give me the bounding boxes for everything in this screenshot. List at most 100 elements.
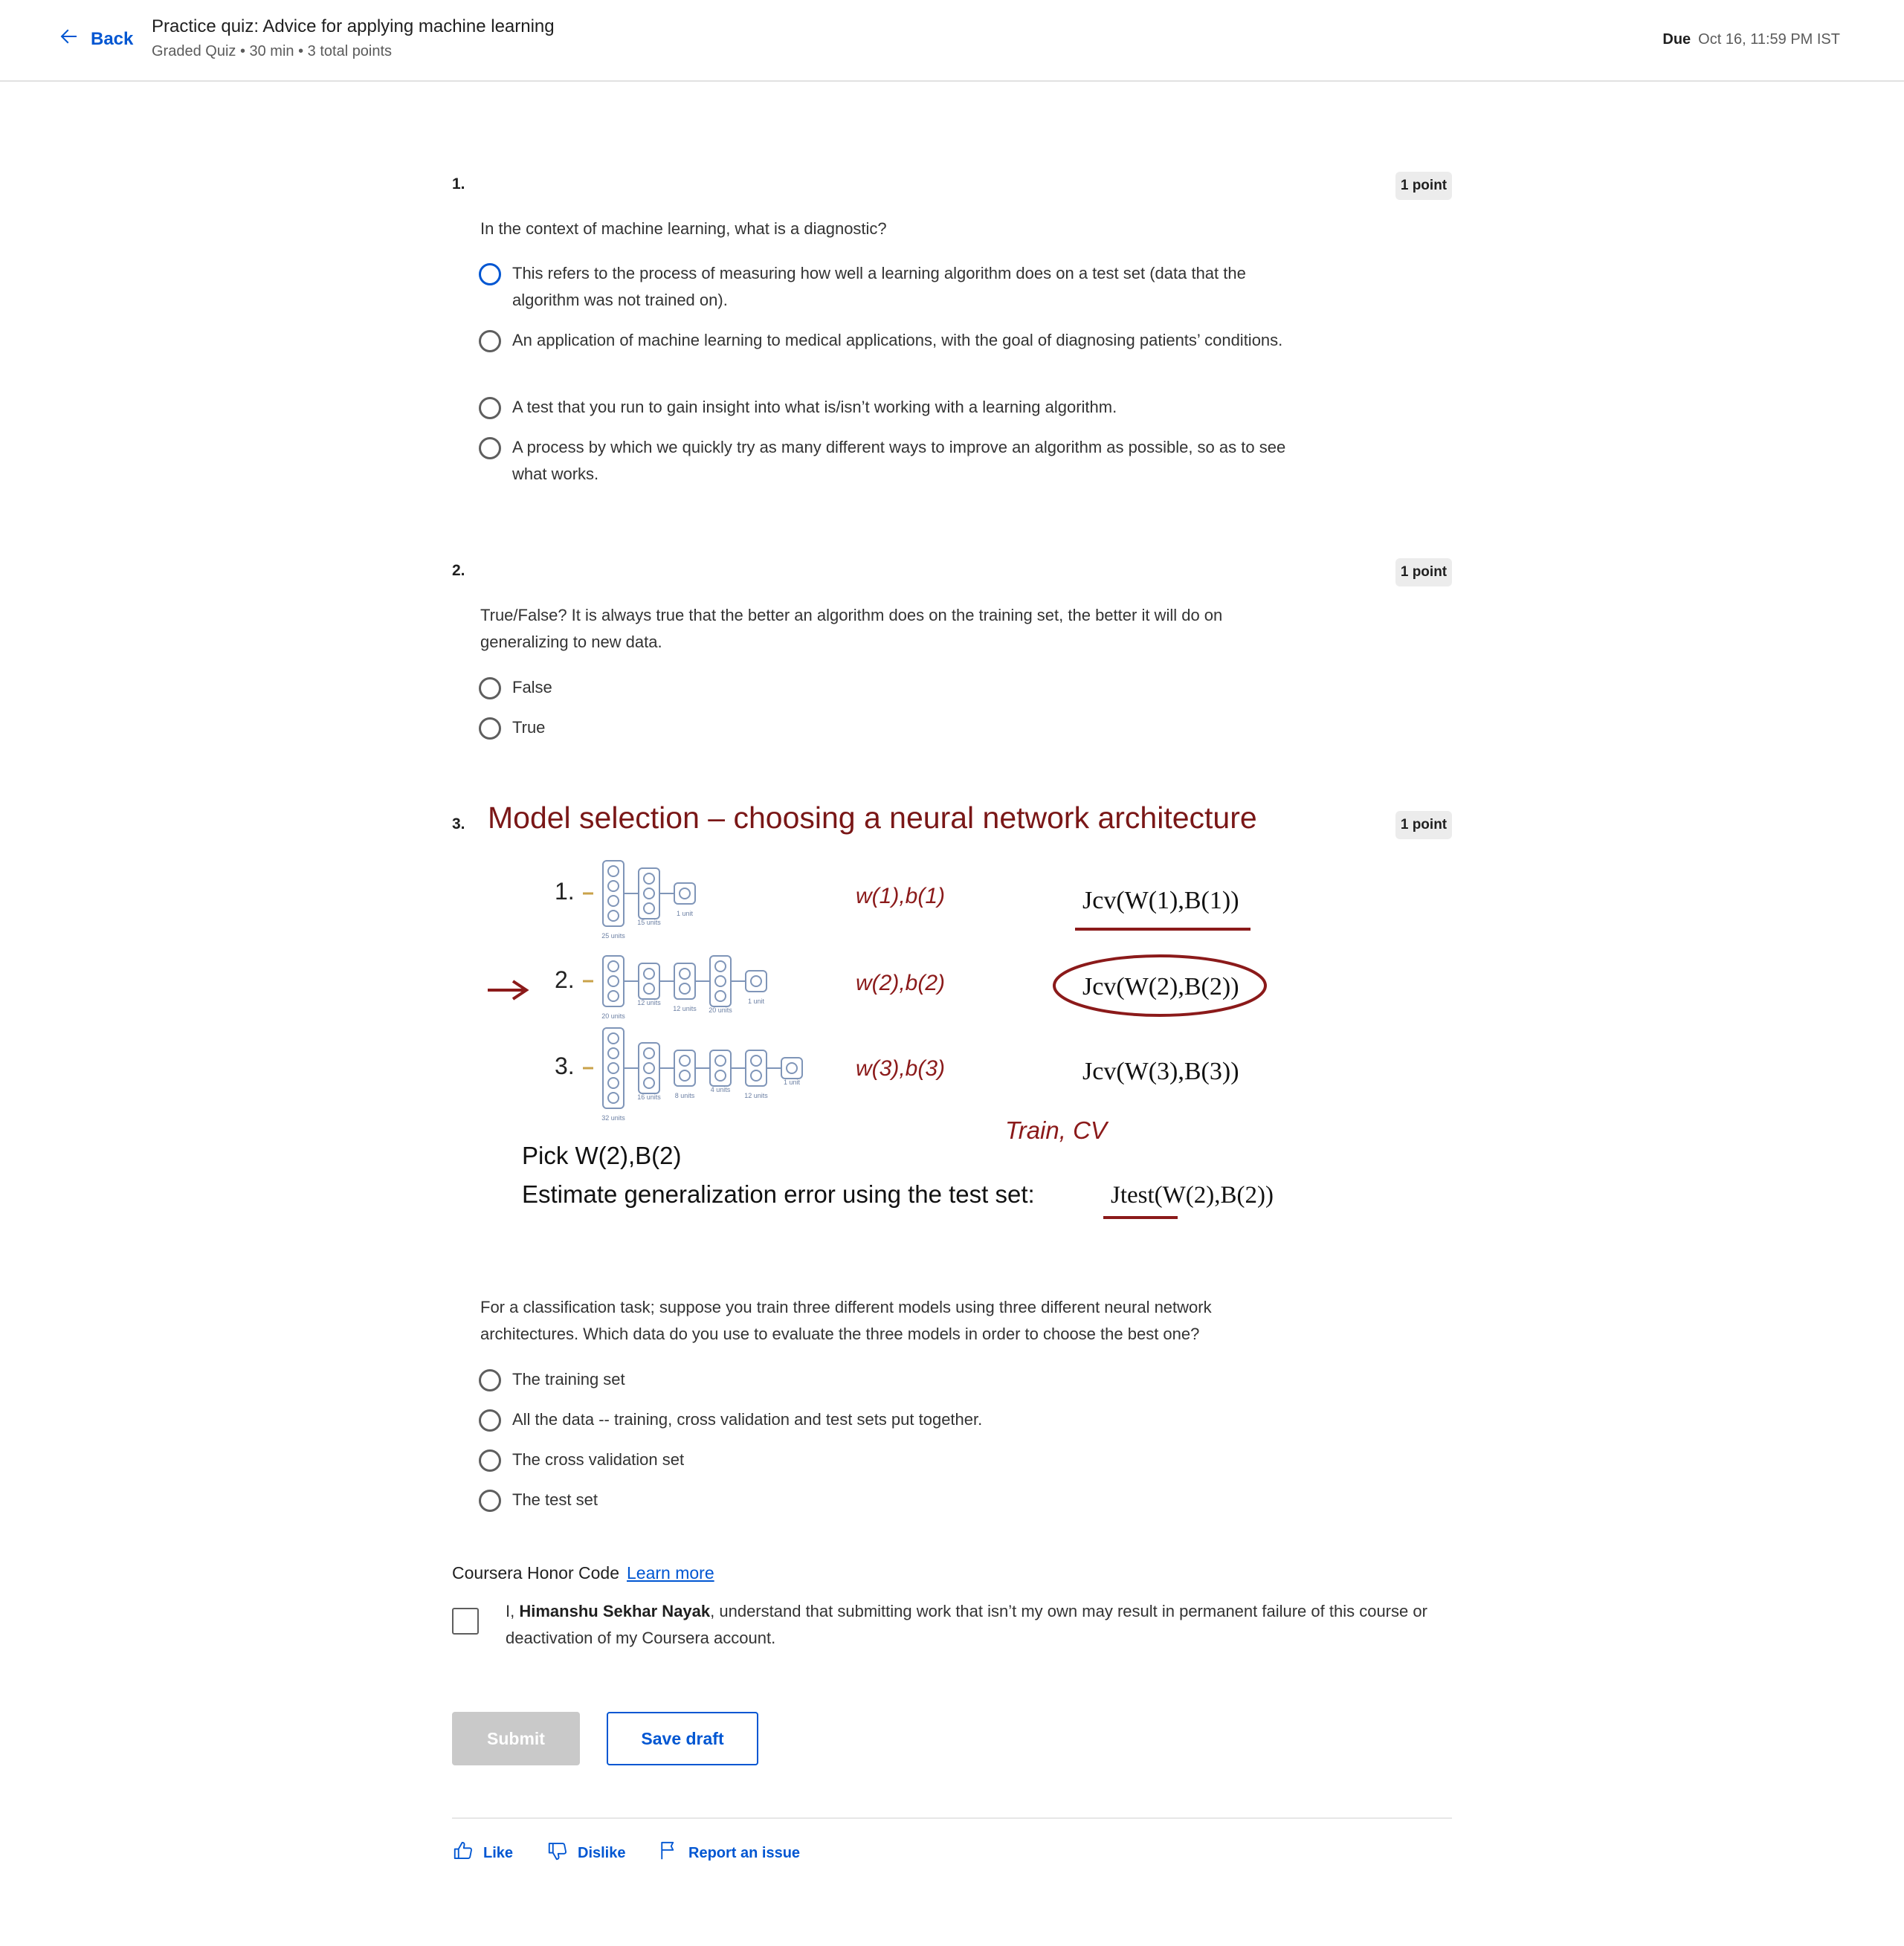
network-neuron bbox=[750, 1070, 762, 1082]
network-neuron bbox=[714, 960, 726, 972]
network-neuron bbox=[750, 1055, 762, 1067]
flag-icon bbox=[657, 1840, 680, 1866]
radio-button[interactable] bbox=[479, 437, 501, 459]
network-neuron bbox=[643, 1047, 655, 1059]
network-layer-units: 12 units bbox=[673, 1005, 697, 1012]
question-3-option-3[interactable]: The cross validation set bbox=[479, 1446, 1304, 1473]
honor-code-title: Coursera Honor Code bbox=[452, 1563, 620, 1583]
network-neuron bbox=[607, 895, 619, 907]
question-3-option-2[interactable]: All the data -- training, cross validati… bbox=[479, 1406, 1304, 1433]
option-label: False bbox=[512, 678, 552, 696]
option-label: The training set bbox=[512, 1370, 625, 1389]
like-button[interactable]: Like bbox=[452, 1840, 513, 1866]
question-1-prompt: In the context of machine learning, what… bbox=[480, 219, 887, 238]
network-neuron bbox=[714, 1070, 726, 1082]
question-1-option-4[interactable]: A process by which we quickly try as man… bbox=[479, 434, 1304, 488]
red-arrow-icon bbox=[488, 980, 529, 1001]
submit-button[interactable]: Submit bbox=[452, 1712, 580, 1765]
network-neuron bbox=[714, 975, 726, 987]
network-neuron bbox=[679, 983, 691, 995]
network-layer bbox=[602, 955, 625, 1007]
network-layer-units: 1 unit bbox=[748, 998, 765, 1005]
network-neuron bbox=[607, 990, 619, 1002]
question-1-option-1[interactable]: This refers to the process of measuring … bbox=[479, 260, 1304, 314]
network-neuron bbox=[607, 1077, 619, 1089]
honor-code-statement: I, Himanshu Sekhar Nayak, understand tha… bbox=[506, 1598, 1465, 1652]
option-label: A process by which we quickly try as man… bbox=[512, 438, 1286, 483]
figure-row-2-cost: Jcv(W(2),B(2)) bbox=[1082, 973, 1239, 1001]
back-button[interactable]: Back bbox=[58, 25, 133, 53]
figure-row-2-params: w(2),b(2) bbox=[856, 971, 945, 995]
figure-row-1-params: w(1),b(1) bbox=[856, 884, 945, 908]
quiz-header: Back Practice quiz: Advice for applying … bbox=[0, 0, 1904, 82]
network-layer bbox=[709, 955, 732, 1007]
question-3-option-4[interactable]: The test set bbox=[479, 1487, 1304, 1513]
figure-row-3-label: 3. bbox=[555, 1053, 575, 1079]
network-neuron bbox=[607, 1047, 619, 1059]
radio-button[interactable] bbox=[479, 1369, 501, 1391]
network-neuron bbox=[607, 1032, 619, 1044]
due-label: Due bbox=[1662, 31, 1691, 48]
network-neuron bbox=[643, 1062, 655, 1074]
network-layer bbox=[638, 1042, 660, 1094]
network-neuron bbox=[679, 1070, 691, 1082]
network-layer bbox=[745, 970, 767, 992]
save-draft-button[interactable]: Save draft bbox=[607, 1712, 758, 1765]
network-neuron bbox=[679, 888, 691, 899]
network-layer-units: 12 units bbox=[637, 999, 661, 1006]
question-1-option-2[interactable]: An application of machine learning to me… bbox=[479, 327, 1304, 354]
network-layer-units: 15 units bbox=[637, 919, 661, 926]
radio-button[interactable] bbox=[479, 1490, 501, 1512]
network-neuron bbox=[786, 1062, 798, 1074]
dislike-label: Dislike bbox=[578, 1844, 626, 1861]
network-neuron bbox=[750, 975, 762, 987]
due-value: Oct 16, 11:59 PM IST bbox=[1698, 31, 1840, 48]
network-neuron bbox=[714, 1055, 726, 1067]
like-label: Like bbox=[483, 1844, 514, 1861]
network-layer bbox=[602, 1027, 625, 1109]
honor-code-checkbox[interactable] bbox=[452, 1608, 479, 1635]
question-2-number: 2. bbox=[452, 562, 465, 579]
due-date: Due Oct 16, 11:59 PM IST bbox=[1662, 31, 1840, 48]
figure-estimate-text: Estimate generalization error using the … bbox=[522, 1180, 1035, 1208]
question-3-prompt: For a classification task; suppose you t… bbox=[480, 1298, 1212, 1343]
question-2-option-2[interactable]: True bbox=[479, 714, 1304, 741]
radio-button[interactable] bbox=[479, 1449, 501, 1472]
network-layer-units: 1 unit bbox=[784, 1079, 801, 1086]
quiz-subtitle: Graded Quiz • 30 min • 3 total points bbox=[152, 43, 393, 59]
network-neuron bbox=[607, 960, 619, 972]
question-2-option-1[interactable]: False bbox=[479, 674, 1304, 701]
question-1-option-3[interactable]: A test that you run to gain insight into… bbox=[479, 394, 1304, 421]
thumbs-up-icon bbox=[452, 1840, 474, 1866]
question-3-number: 3. bbox=[452, 815, 465, 833]
option-label: This refers to the process of measuring … bbox=[512, 264, 1246, 309]
back-label: Back bbox=[91, 28, 134, 49]
dislike-button[interactable]: Dislike bbox=[546, 1840, 625, 1866]
report-issue-button[interactable]: Report an issue bbox=[657, 1840, 800, 1866]
radio-button[interactable] bbox=[479, 677, 501, 699]
network-neuron bbox=[643, 873, 655, 885]
figure-row-3-params: w(3),b(3) bbox=[856, 1056, 945, 1081]
radio-button[interactable] bbox=[479, 330, 501, 352]
network-neuron bbox=[607, 910, 619, 922]
network-layer bbox=[638, 867, 660, 919]
network-neuron bbox=[643, 983, 655, 995]
radio-button[interactable] bbox=[479, 1409, 501, 1432]
network-layer-units: 20 units bbox=[709, 1006, 732, 1014]
network-neuron bbox=[607, 975, 619, 987]
network-neuron bbox=[607, 1062, 619, 1074]
figure-row-2-label: 2. bbox=[555, 966, 575, 993]
radio-button[interactable] bbox=[479, 397, 501, 419]
radio-button[interactable] bbox=[479, 263, 501, 285]
quiz-title: Practice quiz: Advice for applying machi… bbox=[152, 16, 555, 36]
network-layer-units: 12 units bbox=[744, 1092, 768, 1099]
question-3-option-1[interactable]: The training set bbox=[479, 1366, 1304, 1393]
question-1-points-badge: 1 point bbox=[1395, 172, 1452, 200]
network-neuron bbox=[643, 902, 655, 914]
learn-more-link[interactable]: Learn more bbox=[627, 1563, 714, 1583]
network-layer bbox=[781, 1057, 803, 1079]
figure-row-1-cost: Jcv(W(1),B(1)) bbox=[1082, 887, 1239, 914]
network-layer-units: 8 units bbox=[675, 1092, 695, 1099]
network-neuron bbox=[679, 968, 691, 980]
radio-button[interactable] bbox=[479, 717, 501, 740]
